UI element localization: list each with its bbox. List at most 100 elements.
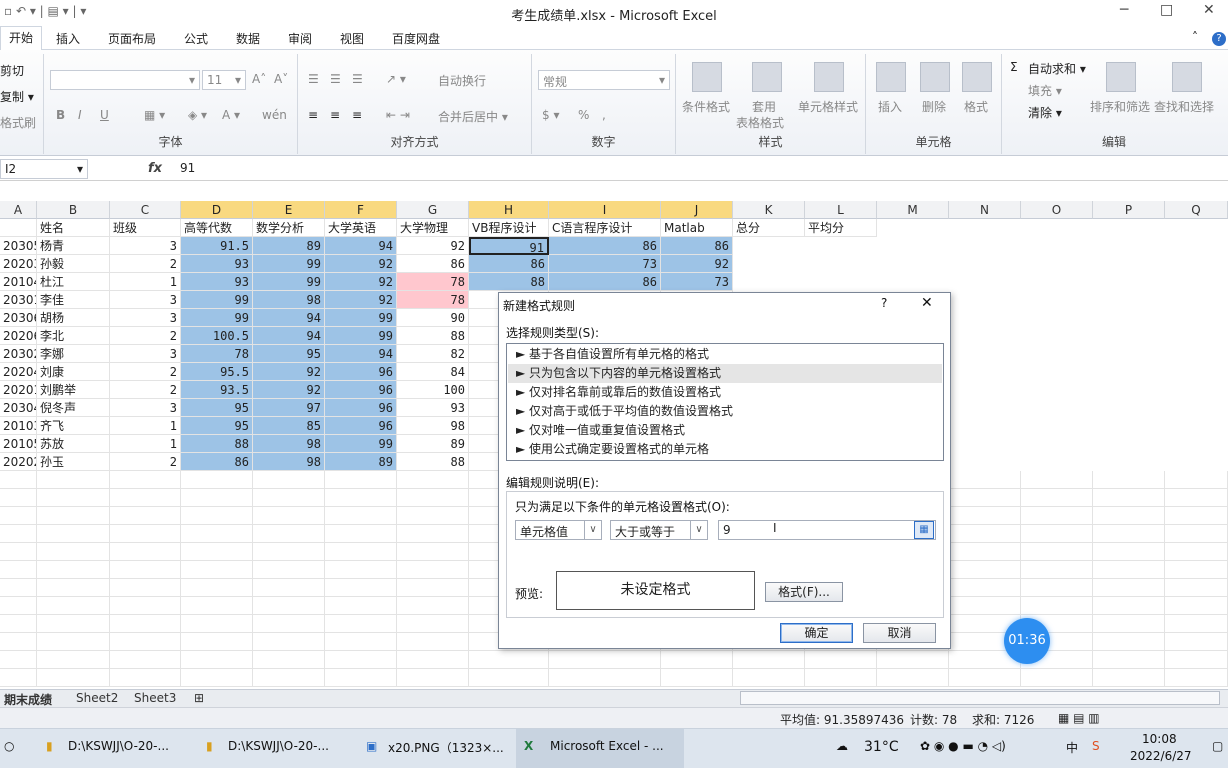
name-cell[interactable]: 李佳 — [37, 291, 110, 309]
empty-cell[interactable] — [325, 651, 397, 669]
empty-cell[interactable] — [110, 561, 181, 579]
column-header-c[interactable]: C — [110, 201, 181, 219]
header-cell[interactable]: C语言程序设计 — [549, 219, 661, 237]
insert-sheet-icon[interactable]: ⊞ — [194, 691, 204, 705]
maximize-button[interactable]: □ — [1160, 2, 1173, 18]
name-cell[interactable]: 刘康 — [37, 363, 110, 381]
autosum-button[interactable]: 自动求和 ▾ — [1028, 60, 1086, 77]
empty-cell[interactable] — [1021, 525, 1093, 543]
empty-cell[interactable] — [0, 633, 37, 651]
empty-cell[interactable] — [1165, 615, 1228, 633]
row-id-cell[interactable]: 20206 — [0, 327, 37, 345]
empty-cell[interactable] — [37, 543, 110, 561]
score-cell[interactable]: 93.5 — [181, 381, 253, 399]
empty-cell[interactable] — [1093, 651, 1165, 669]
cut-button[interactable]: 剪切 — [0, 62, 24, 79]
sheet-tab-final[interactable]: 期末成绩 — [4, 691, 52, 708]
empty-cell[interactable] — [661, 669, 733, 687]
empty-cell[interactable] — [1165, 525, 1228, 543]
empty-cell[interactable] — [1021, 579, 1093, 597]
row-id-cell[interactable]: 20203 — [0, 255, 37, 273]
score-cell[interactable]: 92 — [253, 363, 325, 381]
empty-cell[interactable] — [110, 597, 181, 615]
empty-cell[interactable] — [37, 489, 110, 507]
score-cell[interactable]: 96 — [325, 363, 397, 381]
empty-cell[interactable] — [181, 471, 253, 489]
score-cell[interactable]: 3 — [110, 345, 181, 363]
conditional-format-button[interactable]: 条件格式 — [682, 98, 730, 115]
font-size-select[interactable]: 11 ▾ — [202, 70, 246, 90]
column-header-b[interactable]: B — [37, 201, 110, 219]
rule-type-item[interactable]: ► 仅对排名靠前或靠后的数值设置格式 — [508, 383, 942, 402]
dialog-help-button[interactable]: ? — [881, 296, 887, 310]
tab-view[interactable]: 视图 — [340, 30, 364, 47]
empty-cell[interactable] — [1165, 579, 1228, 597]
empty-cell[interactable] — [949, 543, 1021, 561]
score-cell[interactable]: 93 — [181, 255, 253, 273]
score-cell[interactable]: 98 — [253, 453, 325, 471]
score-cell[interactable]: 92 — [397, 237, 469, 255]
empty-cell[interactable] — [110, 507, 181, 525]
column-header-f[interactable]: F — [325, 201, 397, 219]
empty-cell[interactable] — [110, 489, 181, 507]
row-id-cell[interactable]: 20202 — [0, 453, 37, 471]
indent-icon[interactable]: ⇤ ⇥ — [386, 108, 410, 122]
empty-cell[interactable] — [253, 669, 325, 687]
help-icon[interactable]: ? — [1212, 32, 1226, 46]
tab-insert[interactable]: 插入 — [56, 30, 80, 47]
score-cell[interactable]: 94 — [325, 345, 397, 363]
empty-cell[interactable] — [949, 525, 1021, 543]
header-cell[interactable]: 大学英语 — [325, 219, 397, 237]
score-cell[interactable]: 98 — [253, 291, 325, 309]
empty-cell[interactable] — [469, 651, 549, 669]
empty-cell[interactable] — [181, 507, 253, 525]
score-cell[interactable]: 90 — [397, 309, 469, 327]
format-cells-button[interactable]: 格式 — [964, 98, 988, 115]
find-select-icon[interactable] — [1172, 62, 1202, 92]
empty-cell[interactable] — [0, 507, 37, 525]
orientation-icon[interactable]: ↗ ▾ — [386, 72, 406, 86]
align-left-icon[interactable]: ≡ — [308, 108, 318, 122]
score-cell[interactable]: 86 — [549, 237, 661, 255]
empty-cell[interactable] — [397, 579, 469, 597]
score-cell[interactable]: 86 — [661, 237, 733, 255]
empty-cell[interactable] — [397, 597, 469, 615]
copy-button[interactable]: 复制 ▾ — [0, 88, 34, 105]
range-select-icon[interactable]: ▦ — [914, 521, 934, 539]
row-id-cell[interactable]: 20204 — [0, 363, 37, 381]
empty-cell[interactable] — [37, 597, 110, 615]
name-cell[interactable]: 杜江 — [37, 273, 110, 291]
dialog-close-button[interactable]: ✕ — [921, 295, 933, 311]
score-cell[interactable]: 99 — [253, 273, 325, 291]
taskbar-item-image[interactable]: x20.PNG（1323×... — [388, 739, 504, 756]
empty-cell[interactable] — [949, 507, 1021, 525]
empty-cell[interactable] — [0, 579, 37, 597]
empty-cell[interactable] — [661, 651, 733, 669]
number-format-select[interactable]: 常规 ▾ — [538, 70, 670, 90]
empty-cell[interactable] — [0, 615, 37, 633]
score-cell[interactable]: 95.5 — [181, 363, 253, 381]
empty-cell[interactable] — [1021, 507, 1093, 525]
empty-cell[interactable] — [37, 633, 110, 651]
score-cell[interactable]: 3 — [110, 309, 181, 327]
empty-cell[interactable] — [253, 633, 325, 651]
score-cell[interactable]: 96 — [325, 417, 397, 435]
empty-cell[interactable] — [397, 525, 469, 543]
score-cell[interactable]: 100 — [397, 381, 469, 399]
empty-cell[interactable] — [877, 651, 949, 669]
score-cell[interactable]: 99 — [181, 291, 253, 309]
empty-cell[interactable] — [1093, 633, 1165, 651]
tab-home[interactable]: 开始 — [0, 26, 43, 51]
empty-cell[interactable] — [181, 561, 253, 579]
tab-baidu-netdisk[interactable]: 百度网盘 — [392, 30, 440, 47]
score-cell[interactable]: 86 — [549, 273, 661, 291]
empty-cell[interactable] — [733, 651, 805, 669]
empty-cell[interactable] — [253, 489, 325, 507]
format-button[interactable]: 格式(F)... — [765, 582, 843, 602]
empty-cell[interactable] — [37, 615, 110, 633]
empty-cell[interactable] — [1165, 633, 1228, 651]
header-cell[interactable]: Matlab — [661, 219, 733, 237]
percent-button[interactable]: % — [578, 108, 589, 122]
name-cell[interactable]: 刘鹏举 — [37, 381, 110, 399]
fill-button[interactable]: 填充 ▾ — [1028, 82, 1062, 99]
